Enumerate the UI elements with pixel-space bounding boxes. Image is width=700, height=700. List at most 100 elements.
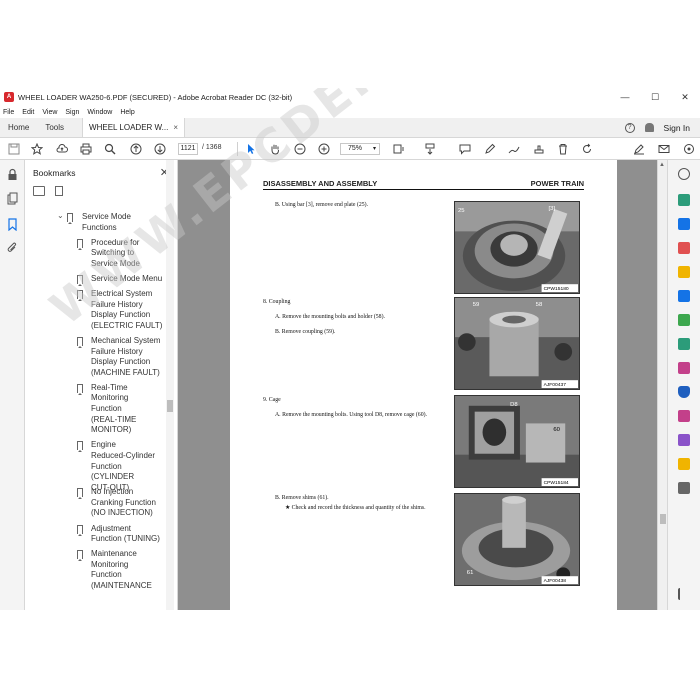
hand-tool-icon[interactable] <box>269 143 281 155</box>
bookmark-icon <box>77 524 83 536</box>
fill-sign-icon[interactable] <box>633 143 645 155</box>
menu-file[interactable]: File <box>3 109 14 116</box>
notifications-icon[interactable] <box>644 123 654 132</box>
add-bookmark-icon[interactable] <box>55 186 63 196</box>
callout-label: 59 <box>473 302 480 308</box>
header-rule <box>263 189 584 190</box>
print-icon[interactable] <box>80 143 92 155</box>
menu-window[interactable]: Window <box>87 109 112 116</box>
title-bar: A WHEEL LOADER WA250-6.PDF (SECURED) - A… <box>0 88 700 106</box>
document-scroll-thumb[interactable] <box>660 514 666 524</box>
menu-sign[interactable]: Sign <box>65 109 79 116</box>
window-controls: — ☐ ✕ <box>610 88 700 106</box>
bookmark-item[interactable]: Electrical System Failure History Display … <box>91 289 162 331</box>
highlight-pen-icon[interactable] <box>484 143 496 155</box>
bookmark-item[interactable]: Adjustment Function (TUNING) <box>91 524 160 545</box>
rotate-icon[interactable] <box>581 143 593 155</box>
stamp-icon[interactable] <box>533 143 545 155</box>
scan-ocr-icon[interactable] <box>678 338 690 350</box>
bookmark-item[interactable]: Engine Reduced-Cylinder Function (CYLINDER… <box>91 440 167 493</box>
bookmark-icon <box>77 441 83 453</box>
fit-page-icon[interactable] <box>393 143 405 155</box>
zoom-level-value: 75% <box>348 145 363 152</box>
edit-pdf-icon[interactable] <box>678 242 690 254</box>
bookmark-item[interactable]: Mechanical System Failure History Display … <box>91 336 160 378</box>
search-tools-icon[interactable] <box>678 168 690 180</box>
minimize-button[interactable]: — <box>610 88 640 106</box>
bookmark-star-icon[interactable] <box>31 143 43 155</box>
bookmark-options-icon[interactable] <box>33 186 45 196</box>
menu-help[interactable]: Help <box>120 109 134 116</box>
zoom-in-icon[interactable] <box>318 143 330 155</box>
callout-label: 58 <box>536 302 543 308</box>
scroll-up-icon[interactable]: ▲ <box>659 162 665 168</box>
bookmark-item[interactable]: No Injection Cranking Function (NO INJECTI… <box>91 487 156 519</box>
toolbar-separator <box>237 142 238 156</box>
bookmark-item[interactable]: Service Mode Functions <box>82 212 131 233</box>
callout-label: 60 <box>553 427 560 433</box>
bookmarks-scroll-thumb[interactable] <box>167 400 173 412</box>
more-tools-icon[interactable] <box>683 143 695 155</box>
page-total-label: / 1368 <box>202 144 222 151</box>
bookmarks-panel-icon[interactable] <box>6 218 19 231</box>
bookmark-icon <box>77 383 83 395</box>
document-view[interactable]: DISASSEMBLY AND ASSEMBLY POWER TRAIN B. … <box>178 160 657 610</box>
bookmark-item[interactable]: Service Mode Menu <box>91 274 162 285</box>
tab-document-label: WHEEL LOADER W... <box>89 122 169 132</box>
bookmark-item[interactable]: Procedure for Switching to Service Mode <box>91 238 140 270</box>
bookmark-item[interactable]: Maintenance Monitoring Function (MAINTENANC… <box>91 549 152 591</box>
comment-tool-icon[interactable] <box>678 266 690 278</box>
attachments-icon[interactable] <box>6 242 19 255</box>
window-title: WHEEL LOADER WA250-6.PDF (SECURED) - Ado… <box>18 92 293 102</box>
draw-icon[interactable] <box>508 143 520 155</box>
create-pdf-icon[interactable] <box>678 218 690 230</box>
chevron-down-icon[interactable]: ⌄ <box>57 211 64 220</box>
step-text: B. Remove coupling (59). <box>275 329 336 335</box>
scroll-mode-icon[interactable] <box>424 143 436 155</box>
request-signature-icon[interactable] <box>678 410 690 422</box>
figure-photo: 61 AJF00438 <box>454 493 580 586</box>
more-tools-rail-icon[interactable] <box>678 482 690 494</box>
send-for-review-icon[interactable] <box>678 434 690 446</box>
acrobat-window: A WHEEL LOADER WA250-6.PDF (SECURED) - A… <box>0 88 700 610</box>
maximize-button[interactable]: ☐ <box>640 88 670 106</box>
bookmarks-scrollbar[interactable] <box>166 160 174 610</box>
help-icon[interactable]: ? <box>624 122 635 133</box>
comment-icon[interactable] <box>459 143 471 155</box>
bookmark-item[interactable]: Real-Time Monitoring Function (REAL-TIME MON… <box>91 383 136 436</box>
upload-cloud-icon[interactable] <box>56 143 68 155</box>
prepare-form-icon[interactable] <box>678 458 690 470</box>
tab-home[interactable]: Home <box>0 118 37 137</box>
sign-in-link[interactable]: Sign In <box>664 123 690 133</box>
collapse-rail-icon[interactable] <box>678 588 690 600</box>
zoom-out-icon[interactable] <box>294 143 306 155</box>
close-window-button[interactable]: ✕ <box>670 88 700 106</box>
bookmark-icon <box>77 275 83 286</box>
zoom-level-select[interactable]: 75% ▾ <box>340 143 380 155</box>
tab-document[interactable]: WHEEL LOADER W... × <box>82 118 185 137</box>
previous-page-icon[interactable] <box>130 143 142 155</box>
menu-edit[interactable]: Edit <box>22 109 34 116</box>
step-text: A. Remove the mounting bolts. Using tool… <box>275 412 427 418</box>
document-scrollbar[interactable]: ▲ <box>657 160 667 610</box>
menu-view[interactable]: View <box>42 109 57 116</box>
tab-tools[interactable]: Tools <box>37 118 72 137</box>
page-thumbnails-icon[interactable] <box>6 192 19 205</box>
combine-files-icon[interactable] <box>678 290 690 302</box>
page-number-input[interactable]: 1121 <box>178 143 198 155</box>
callout-label: D8 <box>510 402 518 408</box>
next-page-icon[interactable] <box>154 143 166 155</box>
export-pdf-icon[interactable] <box>678 194 690 206</box>
lock-icon[interactable] <box>6 168 19 181</box>
tab-close-icon[interactable]: × <box>173 118 178 138</box>
save-icon[interactable] <box>8 143 20 155</box>
delete-icon[interactable] <box>557 143 569 155</box>
callout-label: 61 <box>467 570 474 576</box>
select-cursor-icon[interactable] <box>245 143 257 155</box>
organize-pages-icon[interactable] <box>678 314 690 326</box>
search-icon[interactable] <box>104 143 116 155</box>
tab-bar: Home Tools WHEEL LOADER W... × ? Sign In <box>0 118 700 138</box>
fill-and-sign-icon[interactable] <box>678 362 690 374</box>
protect-icon[interactable] <box>678 386 690 398</box>
email-icon[interactable] <box>658 143 670 155</box>
